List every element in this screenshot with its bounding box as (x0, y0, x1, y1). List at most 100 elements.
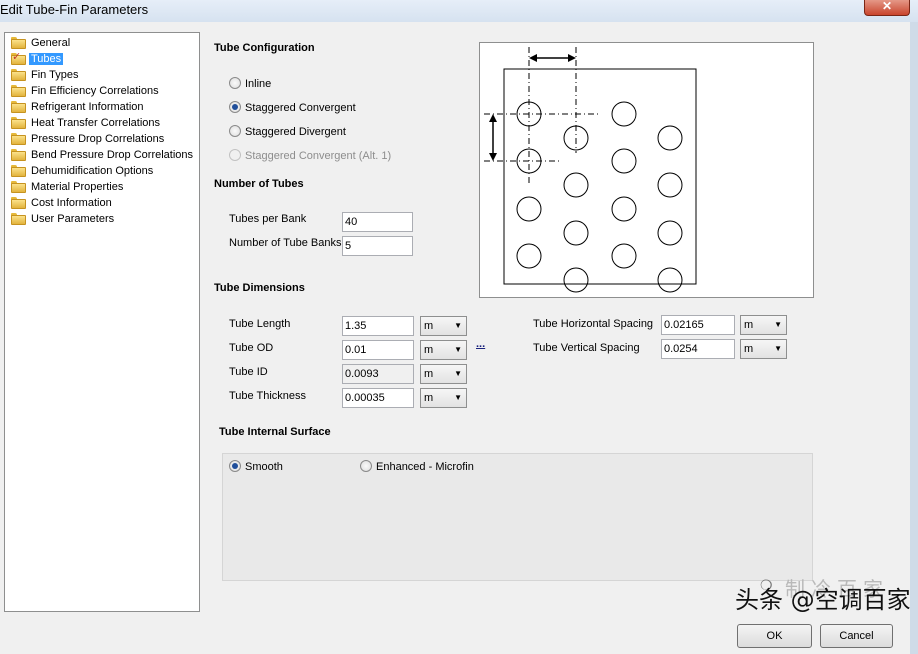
dropdown-arrow-icon: ▼ (454, 393, 462, 402)
tube-dimensions-heading: Tube Dimensions (214, 282, 305, 294)
arrow-up-icon (489, 114, 497, 122)
title-bar: Edit Tube-Fin Parameters ✕ (0, 0, 918, 22)
tube-layout-svg (484, 47, 697, 293)
radio-button (229, 149, 241, 161)
vertical-spacing-unit-select[interactable]: m ▼ (740, 339, 787, 359)
horizontal-spacing-label: Tube Horizontal Spacing (533, 318, 654, 330)
vertical-spacing-label: Tube Vertical Spacing (533, 342, 640, 354)
tube-circles (516, 101, 683, 293)
tube-length-unit-select[interactable]: m ▼ (420, 316, 467, 336)
dropdown-arrow-icon: ▼ (454, 345, 462, 354)
tube-id-unit-select[interactable]: m ▼ (420, 364, 467, 384)
folder-icon (11, 85, 26, 97)
tree-item-fin-efficiency[interactable]: Fin Efficiency Correlations (11, 83, 161, 99)
window-frame-right (910, 22, 918, 654)
tube-sheet-outline (503, 68, 697, 285)
tube-layout-diagram (479, 42, 814, 298)
tube-length-label: Tube Length (229, 318, 291, 330)
folder-icon (11, 149, 26, 161)
tube-thickness-unit-select[interactable]: m ▼ (420, 388, 467, 408)
tree-item-heat-transfer[interactable]: Heat Transfer Correlations (11, 115, 162, 131)
tube-od-unit-select[interactable]: m ▼ (420, 340, 467, 360)
tube-circle (563, 220, 589, 246)
tube-thickness-label: Tube Thickness (229, 390, 307, 402)
tubes-per-bank-field[interactable]: 40 (342, 212, 413, 232)
watermark-text: 头条 @空调百家 (735, 586, 911, 614)
tube-circle (516, 196, 542, 222)
tube-circle (657, 267, 683, 293)
tree-item-refrigerant[interactable]: Refrigerant Information (11, 99, 146, 115)
radio-staggered-convergent-alt1: Staggered Convergent (Alt. 1) (229, 149, 391, 163)
arrow-down-icon (489, 153, 497, 161)
radio-button[interactable] (229, 77, 241, 89)
folder-icon (11, 133, 26, 145)
folder-icon (11, 181, 26, 193)
folder-icon (11, 69, 26, 81)
dialog-client: General ✓ Tubes Fin Types Fin Efficiency … (0, 22, 918, 654)
folder-icon (11, 165, 26, 177)
tube-circle (657, 172, 683, 198)
folder-icon (11, 101, 26, 113)
tube-od-more-button[interactable]: ... (476, 338, 485, 350)
tree-item-dehumidification[interactable]: Dehumidification Options (11, 163, 155, 179)
close-button[interactable]: ✕ (864, 0, 910, 16)
dropdown-arrow-icon: ▼ (774, 320, 782, 329)
tree-item-pressure-drop[interactable]: Pressure Drop Correlations (11, 131, 166, 147)
radio-button[interactable] (360, 460, 372, 472)
close-icon: ✕ (881, 0, 893, 13)
radio-button[interactable] (229, 460, 241, 472)
tube-configuration-heading: Tube Configuration (214, 42, 315, 54)
folder-icon (11, 197, 26, 209)
category-tree[interactable]: General ✓ Tubes Fin Types Fin Efficiency … (4, 32, 200, 612)
folder-icon (11, 37, 26, 49)
radio-inline[interactable]: Inline (229, 77, 271, 91)
tree-item-cost-information[interactable]: Cost Information (11, 195, 114, 211)
tube-circle (611, 148, 637, 174)
tube-circle (563, 267, 589, 293)
tube-id-field: 0.0093 (342, 364, 414, 384)
radio-smooth[interactable]: Smooth (229, 460, 283, 474)
radio-staggered-convergent[interactable]: Staggered Convergent (229, 101, 356, 115)
tube-circle (611, 243, 637, 269)
tube-circle (611, 101, 637, 127)
tree-item-fin-types[interactable]: Fin Types (11, 67, 81, 83)
tube-thickness-field[interactable]: 0.00035 (342, 388, 414, 408)
tree-item-bend-pressure-drop[interactable]: Bend Pressure Drop Correlations (11, 147, 195, 163)
tube-circle (516, 243, 542, 269)
tube-id-label: Tube ID (229, 366, 268, 378)
internal-surface-group (222, 453, 813, 581)
tube-circle (611, 196, 637, 222)
checkmark-icon: ✓ (12, 51, 22, 63)
folder-icon (11, 117, 26, 129)
arrow-right-icon (568, 54, 576, 62)
number-of-tubes-heading: Number of Tubes (214, 178, 304, 190)
horizontal-spacing-field[interactable]: 0.02165 (661, 315, 735, 335)
tube-circle (563, 172, 589, 198)
folder-icon (11, 213, 26, 225)
radio-staggered-divergent[interactable]: Staggered Divergent (229, 125, 346, 139)
dropdown-arrow-icon: ▼ (454, 321, 462, 330)
cancel-button[interactable]: Cancel (820, 624, 893, 648)
tube-length-field[interactable]: 1.35 (342, 316, 414, 336)
vertical-spacing-field[interactable]: 0.0254 (661, 339, 735, 359)
tree-item-user-parameters[interactable]: User Parameters (11, 211, 116, 227)
tubes-per-bank-label: Tubes per Bank (229, 213, 307, 225)
tree-item-tubes[interactable]: ✓ Tubes (11, 51, 64, 67)
radio-button[interactable] (229, 101, 241, 113)
tube-internal-surface-heading: Tube Internal Surface (219, 426, 331, 438)
tree-item-material-properties[interactable]: Material Properties (11, 179, 125, 195)
tube-circle (657, 220, 683, 246)
arrow-left-icon (529, 54, 537, 62)
tube-banks-label: Number of Tube Banks (229, 237, 342, 249)
dropdown-arrow-icon: ▼ (454, 369, 462, 378)
tube-od-field[interactable]: 0.01 (342, 340, 414, 360)
tube-banks-field[interactable]: 5 (342, 236, 413, 256)
dropdown-arrow-icon: ▼ (774, 344, 782, 353)
tube-od-label: Tube OD (229, 342, 274, 354)
ok-button[interactable]: OK (737, 624, 812, 648)
radio-button[interactable] (229, 125, 241, 137)
radio-enhanced-microfin[interactable]: Enhanced - Microfin (360, 460, 474, 474)
window-title: Edit Tube-Fin Parameters (0, 2, 149, 17)
horizontal-spacing-unit-select[interactable]: m ▼ (740, 315, 787, 335)
tube-circle (657, 125, 683, 151)
